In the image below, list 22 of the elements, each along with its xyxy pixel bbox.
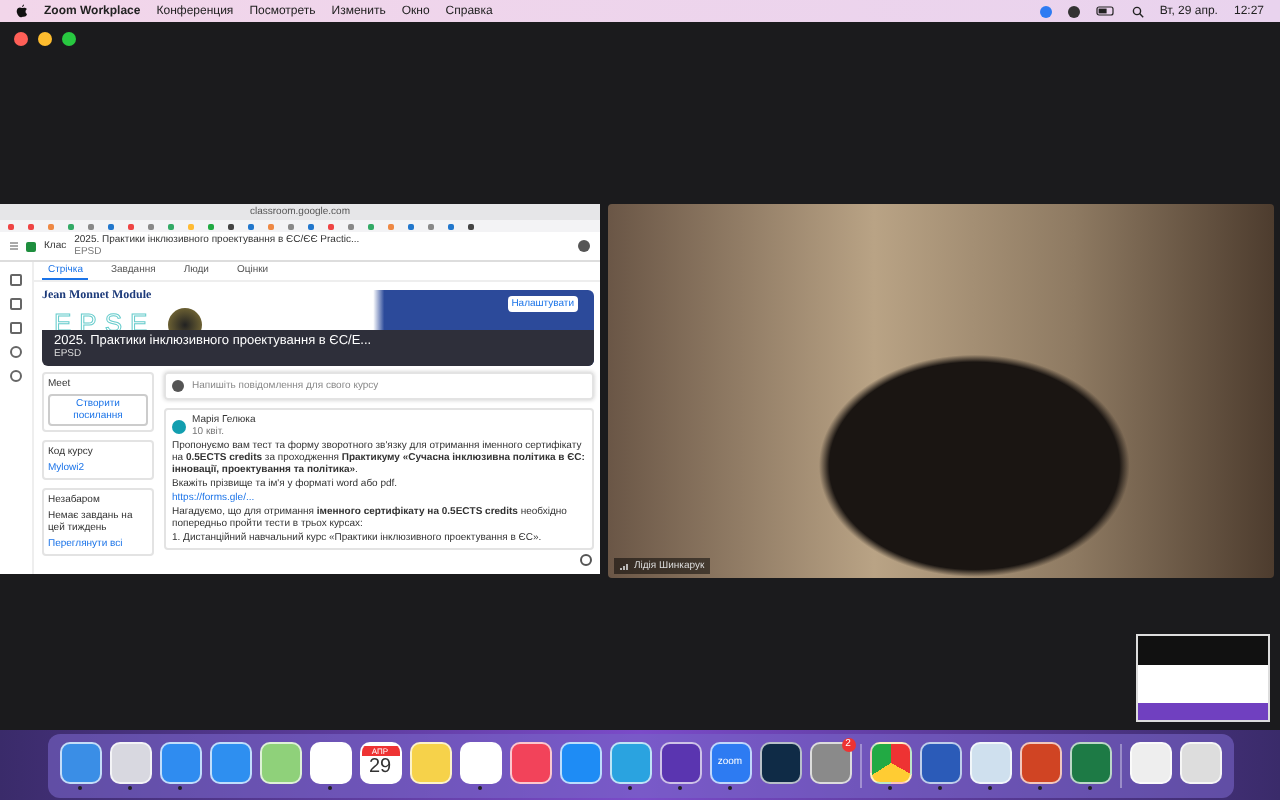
bookmark-icon[interactable] [108,223,114,229]
apple-icon[interactable] [16,4,28,18]
status-icon[interactable] [1067,5,1080,17]
avatar-icon [172,419,186,433]
minimize-button[interactable] [38,32,52,46]
avatar-icon [172,380,184,392]
bookmark-icon[interactable] [248,223,254,229]
close-button[interactable] [14,32,28,46]
bookmark-icon[interactable] [308,223,314,229]
menu-icon[interactable] [10,242,18,250]
help-icon[interactable] [580,554,592,566]
zoom-button[interactable] [62,32,76,46]
search-icon[interactable] [1131,5,1144,17]
bookmark-icon[interactable] [448,223,454,229]
bookmark-icon[interactable] [408,223,414,229]
battery-icon[interactable] [1095,6,1116,16]
bookmark-icon[interactable] [468,223,474,229]
classroom-logo-icon [26,241,36,251]
avatar-icon[interactable] [578,240,590,252]
self-view-thumbnail[interactable] [1136,634,1270,722]
signal-icon [620,562,630,570]
bookmark-icon[interactable] [228,223,234,229]
